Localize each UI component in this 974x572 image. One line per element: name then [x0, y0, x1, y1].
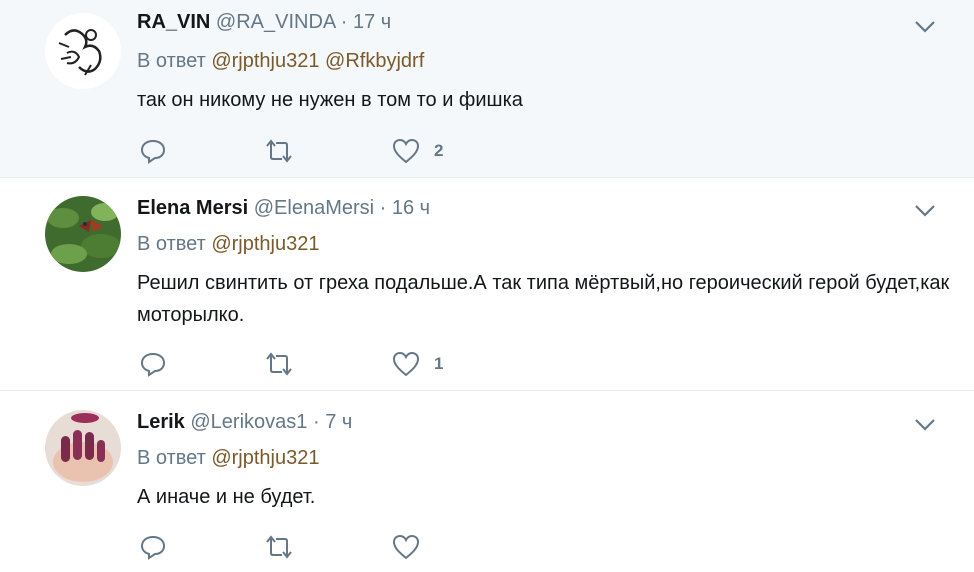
tweet-item[interactable]: RA_VIN @RA_VINDA · 17 ч В ответ @rjpthju… [0, 0, 974, 178]
tweet-text: А иначе и не будет. [137, 486, 316, 508]
retweet-button[interactable] [264, 533, 294, 561]
tweet-header: RA_VIN @RA_VINDA · 17 ч [137, 11, 391, 34]
separator: · [379, 197, 387, 219]
chevron-down-icon[interactable] [914, 20, 936, 34]
heart-icon [392, 138, 420, 164]
reply-icon [140, 352, 166, 377]
reply-prefix: В ответ [137, 447, 206, 469]
avatar[interactable] [45, 410, 121, 486]
retweet-button[interactable] [264, 350, 294, 378]
like-count: 1 [434, 354, 444, 373]
separator: · [340, 11, 348, 33]
tweet-actions [140, 533, 540, 563]
like-button[interactable]: 1 [392, 350, 443, 378]
fullname[interactable]: Lerik [137, 411, 185, 433]
reply-prefix: В ответ [137, 233, 206, 255]
retweet-icon [266, 535, 292, 559]
reply-button[interactable] [140, 533, 166, 561]
retweet-icon [266, 352, 292, 376]
reply-icon [140, 535, 166, 560]
like-button[interactable] [392, 533, 434, 561]
reply-button[interactable] [140, 350, 166, 378]
heart-icon [392, 351, 420, 377]
timestamp[interactable]: 17 ч [353, 11, 391, 33]
tweet-header: Elena Mersi @ElenaMersi · 16 ч [137, 197, 430, 220]
mention-link[interactable]: @rjpthju321 [211, 233, 319, 255]
mention-link[interactable]: @rjpthju321 [211, 50, 319, 72]
retweet-button[interactable] [264, 137, 294, 165]
fullname[interactable]: RA_VIN [137, 11, 210, 33]
tweet-actions: 1 [140, 350, 540, 380]
reply-icon [140, 139, 166, 164]
like-button[interactable]: 2 [392, 137, 443, 165]
heart-icon [392, 534, 420, 560]
username[interactable]: @RA_VINDA [216, 11, 335, 33]
username[interactable]: @ElenaMersi [254, 197, 374, 219]
avatar[interactable] [45, 13, 121, 89]
chevron-down-icon[interactable] [914, 418, 936, 432]
reply-prefix: В ответ [137, 50, 206, 72]
tweet-header: Lerik @Lerikovas1 · 7 ч [137, 411, 352, 434]
tweet-item[interactable]: Elena Mersi @ElenaMersi · 16 ч В ответ @… [0, 178, 974, 391]
mention-link[interactable]: @Rfkbyjdrf [325, 50, 424, 72]
like-count: 2 [434, 141, 444, 160]
tweet-text: так он никому не нужен в том то и фишка [137, 89, 523, 111]
fullname[interactable]: Elena Mersi [137, 197, 248, 219]
separator: · [312, 411, 320, 433]
avatar[interactable] [45, 196, 121, 272]
chevron-down-icon[interactable] [914, 204, 936, 218]
tweet-actions: 2 [140, 137, 540, 167]
timestamp[interactable]: 16 ч [392, 197, 430, 219]
timestamp[interactable]: 7 ч [325, 411, 352, 433]
reply-context: В ответ @rjpthju321 [137, 233, 319, 256]
mention-link[interactable]: @rjpthju321 [211, 447, 319, 469]
tweet-item[interactable]: Lerik @Lerikovas1 · 7 ч В ответ @rjpthju… [0, 391, 974, 572]
tweet-text: Решил свинтить от греха подальше.А так т… [137, 272, 950, 326]
reply-context: В ответ @rjpthju321 [137, 447, 319, 470]
retweet-icon [266, 139, 292, 163]
username[interactable]: @Lerikovas1 [190, 411, 307, 433]
reply-context: В ответ @rjpthju321 @Rfkbyjdrf [137, 50, 424, 73]
reply-button[interactable] [140, 137, 166, 165]
